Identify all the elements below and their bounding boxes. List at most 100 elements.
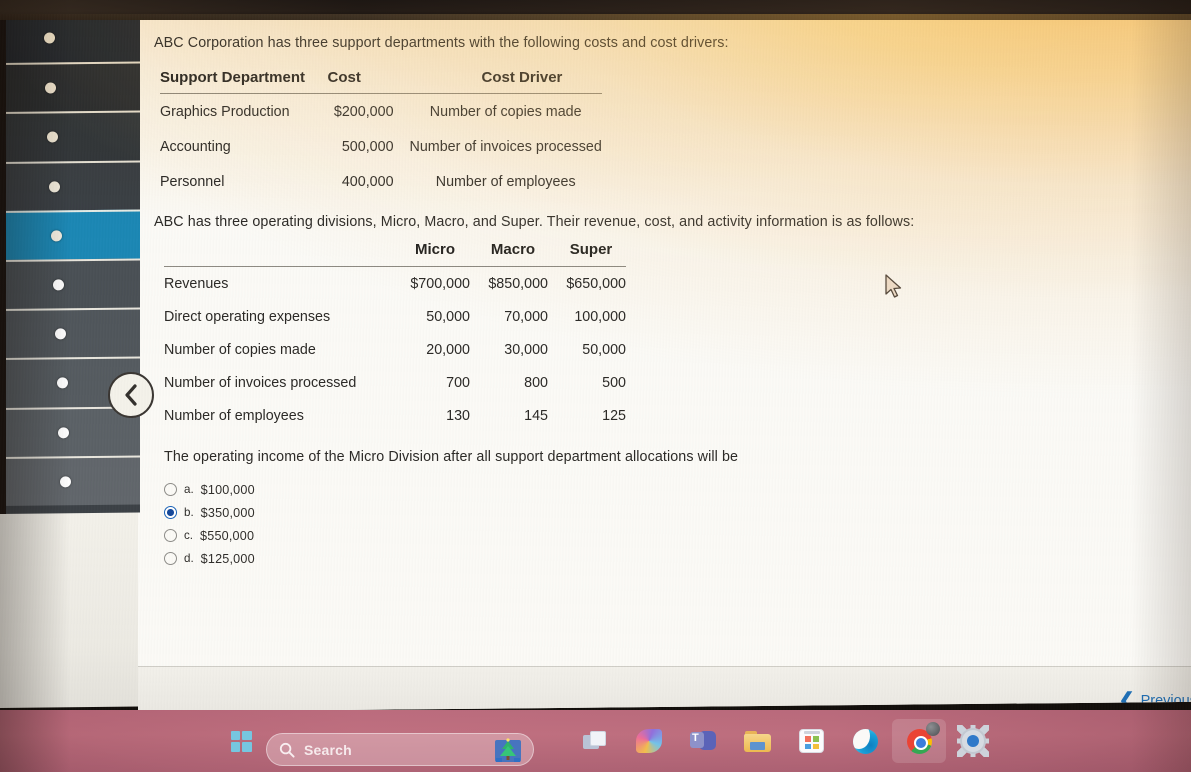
sidebar-item-3[interactable] — [0, 110, 140, 162]
bullet-icon — [49, 181, 60, 193]
answer-option-b[interactable]: b. $350,000 — [164, 502, 424, 525]
bullet-icon — [51, 230, 62, 242]
table-row: Graphics Production $200,000 Number of c… — [160, 93, 602, 129]
answer-option-d[interactable]: d. $125,000 — [164, 548, 424, 571]
cell-department: Accounting — [160, 138, 231, 155]
table-row: Personnel 400,000 Number of employees — [160, 164, 602, 199]
teams-button[interactable]: T — [676, 719, 730, 763]
windows-taskbar[interactable]: T — [0, 710, 1191, 772]
option-value: $350,000 — [200, 505, 255, 520]
sidebar-item-4[interactable] — [0, 160, 140, 211]
chrome-overlay-icon — [926, 722, 940, 736]
sidebar-item-5-active[interactable] — [0, 209, 140, 260]
page-footer: ❮ Previous — [138, 667, 1191, 712]
row-label: Number of employees — [164, 408, 304, 425]
chevron-left-icon: ❮ — [1118, 690, 1135, 711]
sidebar-empty-area — [0, 506, 138, 708]
windows-start-icon — [230, 730, 252, 752]
cell-macro: 70,000 — [504, 309, 548, 326]
answer-options[interactable]: a. $100,000 b. $350,000 c. $550,000 d. $… — [164, 479, 1174, 571]
cell-super: 50,000 — [582, 342, 626, 359]
left-navigation-rail[interactable] — [0, 12, 140, 514]
search-placeholder: Search — [304, 741, 352, 758]
bullet-icon — [53, 279, 64, 291]
column-header-cost: Cost — [309, 66, 402, 94]
settings-icon — [957, 725, 989, 757]
bullet-icon — [60, 476, 71, 488]
option-letter: c. — [184, 529, 194, 543]
taskbar-search-box[interactable]: Search — [266, 733, 534, 766]
cell-micro: 20,000 — [426, 342, 470, 359]
question-content: ABC Corporation has three support depart… — [154, 34, 1174, 571]
cell-driver: Number of employees — [435, 173, 576, 190]
option-value: $125,000 — [200, 551, 255, 566]
cell-super: $650,000 — [566, 276, 626, 293]
cell-micro: 130 — [446, 408, 470, 425]
sidebar-item-10[interactable] — [0, 455, 140, 506]
column-header-cost-driver: Cost Driver — [401, 66, 602, 94]
cell-super: 500 — [602, 375, 626, 392]
row-label: Number of invoices processed — [164, 375, 357, 392]
cell-micro: 50,000 — [426, 309, 470, 326]
option-value: $550,000 — [200, 528, 255, 543]
monitor-bezel-left — [0, 14, 6, 514]
chevron-left-icon — [125, 384, 137, 406]
table-row: Number of employees 130 145 125 — [164, 399, 626, 432]
copilot-button[interactable] — [622, 719, 676, 763]
answer-option-c[interactable]: c. $550,000 — [164, 525, 424, 548]
cell-department: Graphics Production — [160, 103, 290, 120]
cell-cost: 400,000 — [341, 173, 394, 190]
chrome-button[interactable] — [892, 719, 946, 763]
radio-button-d[interactable] — [164, 552, 177, 566]
table-row: Number of invoices processed 700 800 500 — [164, 366, 626, 399]
photographed-screen: ABC Corporation has three support depart… — [0, 0, 1191, 772]
table-row: Direct operating expenses 50,000 70,000 … — [164, 300, 626, 333]
column-header-support-department: Support Department — [160, 66, 310, 94]
sidebar-item-6[interactable] — [0, 258, 140, 310]
task-view-button[interactable] — [568, 719, 622, 763]
file-explorer-icon — [743, 730, 771, 752]
row-label: Number of copies made — [164, 342, 316, 359]
column-header-micro: Micro — [392, 241, 470, 267]
column-header-macro: Macro — [470, 241, 548, 267]
bullet-icon — [47, 131, 58, 143]
radio-button-b[interactable] — [164, 506, 177, 520]
table-row: Accounting 500,000 Number of invoices pr… — [160, 129, 602, 164]
cell-macro: $850,000 — [488, 276, 548, 293]
answer-option-a[interactable]: a. $100,000 — [164, 479, 424, 502]
option-letter: d. — [184, 552, 194, 566]
search-icon — [279, 742, 295, 758]
bullet-icon — [44, 32, 55, 44]
cell-super: 125 — [602, 408, 626, 425]
windows-start-button[interactable] — [214, 719, 268, 763]
cell-micro: $700,000 — [410, 276, 470, 293]
option-value: $100,000 — [200, 482, 255, 497]
sidebar-item-2[interactable] — [0, 61, 140, 113]
cell-macro: 800 — [524, 375, 548, 392]
bullet-icon — [55, 328, 66, 340]
previous-question-link[interactable]: ❮ Previous — [1118, 690, 1191, 711]
task-view-icon — [583, 731, 607, 751]
cell-cost: $200,000 — [333, 103, 394, 120]
sidebar-item-1[interactable] — [0, 12, 140, 64]
teams-icon: T — [690, 730, 716, 752]
settings-button[interactable] — [946, 719, 1000, 763]
column-header-super: Super — [548, 241, 626, 267]
christmas-tree-icon — [495, 738, 521, 762]
support-department-table: Support Department Cost Cost Driver Grap… — [160, 66, 602, 199]
cell-driver: Number of copies made — [429, 103, 582, 120]
row-label: Direct operating expenses — [164, 309, 331, 326]
file-explorer-button[interactable] — [730, 719, 784, 763]
radio-button-c[interactable] — [164, 529, 177, 543]
radio-button-a[interactable] — [164, 483, 177, 497]
collapse-sidebar-button[interactable] — [108, 372, 154, 418]
monitor-bezel-sheen — [0, 0, 1191, 20]
bullet-icon — [58, 426, 69, 438]
option-letter: a. — [184, 483, 194, 497]
microsoft-store-button[interactable] — [784, 719, 838, 763]
row-label: Revenues — [164, 276, 229, 293]
sidebar-item-7[interactable] — [0, 307, 140, 359]
edge-button[interactable] — [838, 719, 892, 763]
microsoft-store-icon — [798, 729, 824, 753]
previous-label: Previous — [1140, 692, 1191, 709]
